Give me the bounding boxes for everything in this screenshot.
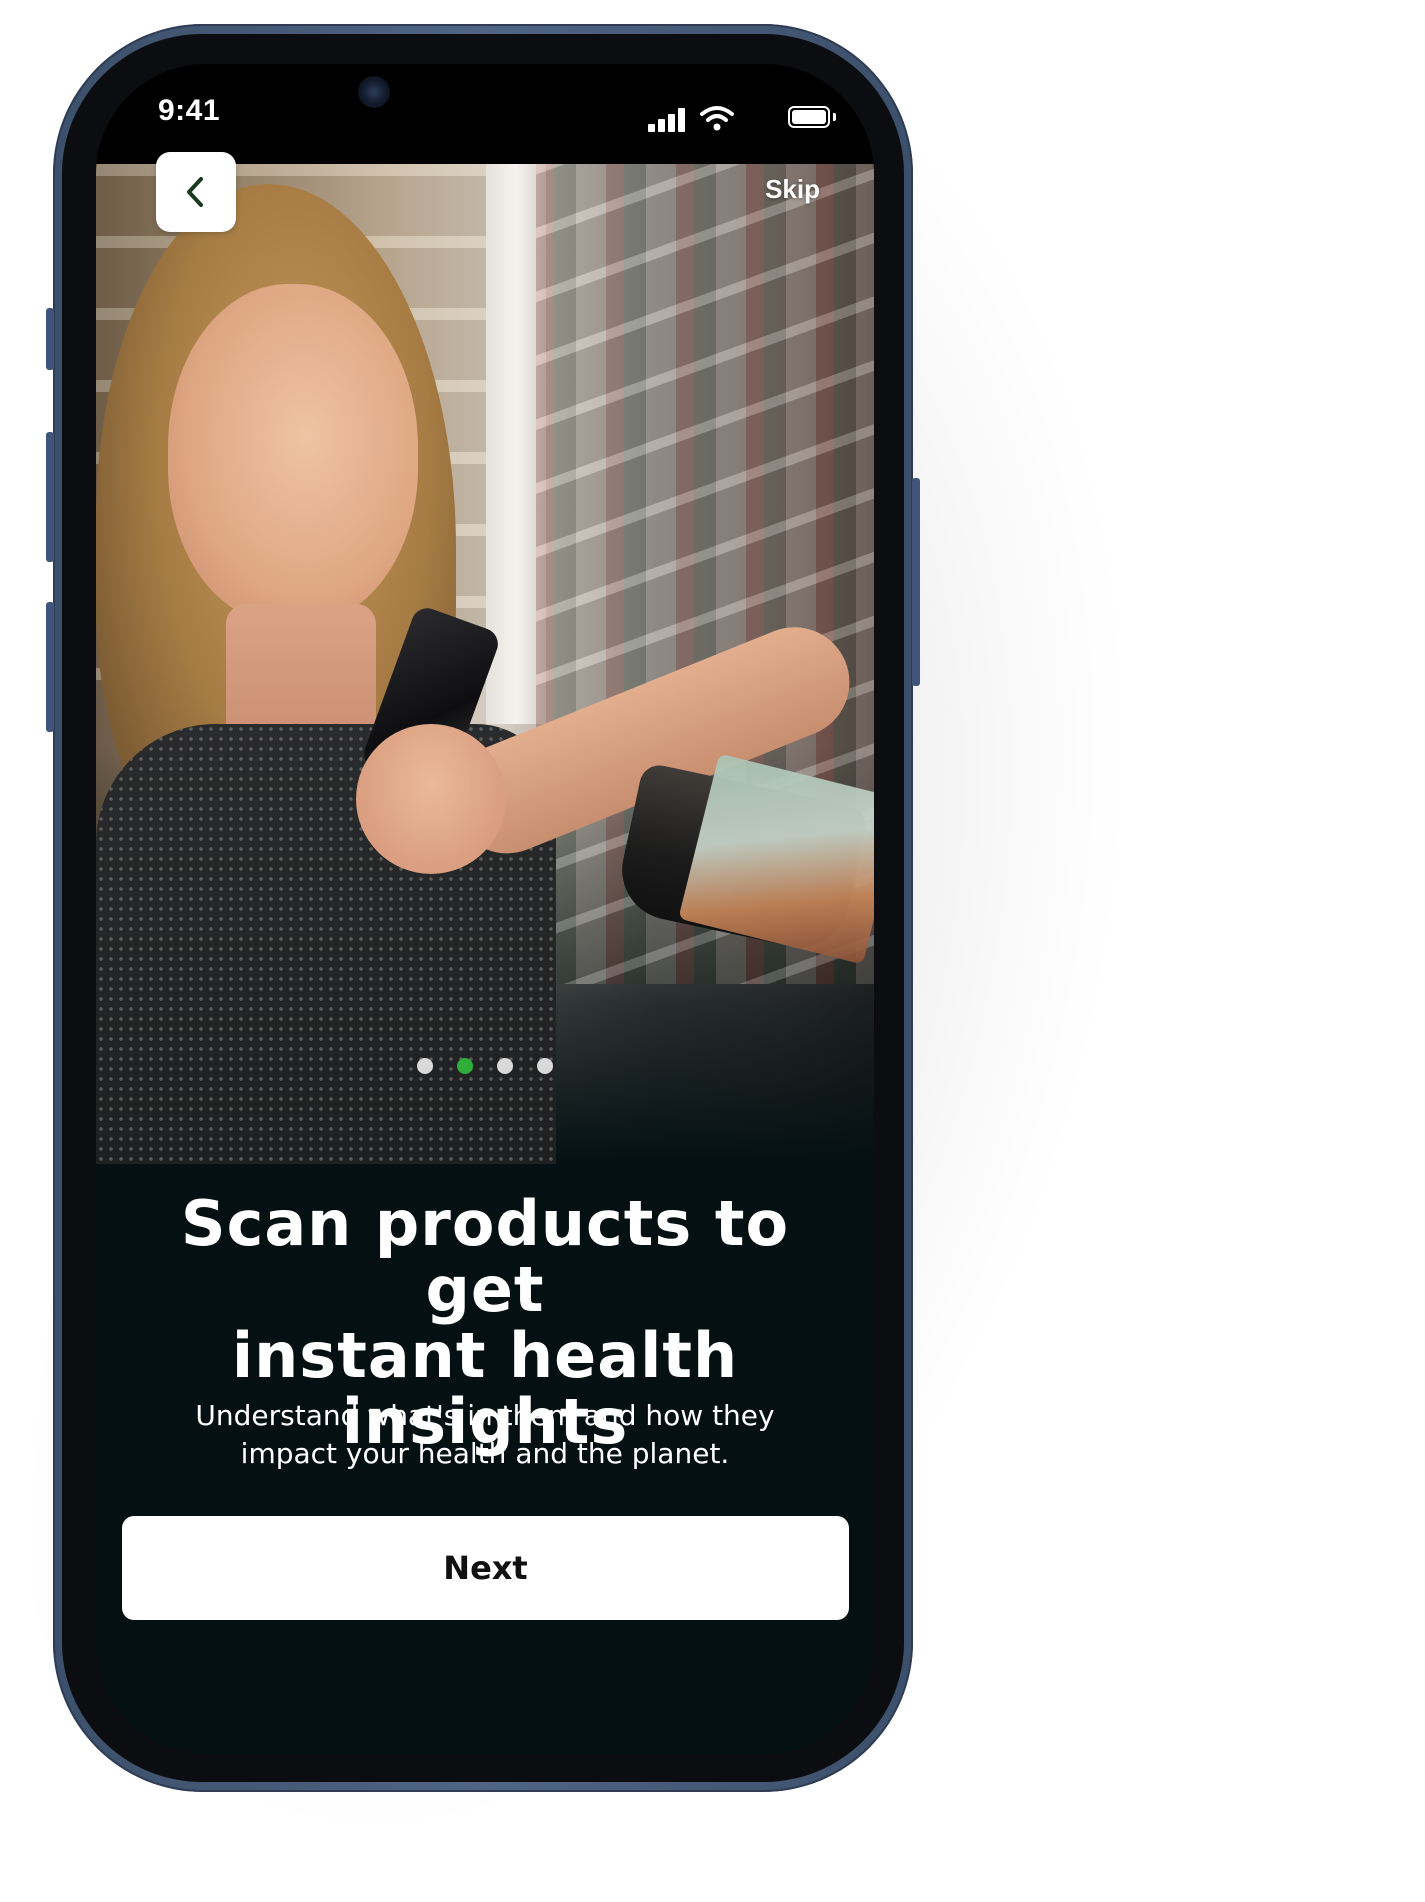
subtext-line-1: Understand what's in them and how they (195, 1399, 775, 1432)
front-camera (358, 76, 390, 108)
page-dot-1[interactable] (417, 1058, 433, 1074)
hand (356, 724, 506, 874)
next-button[interactable]: Next (122, 1516, 849, 1620)
back-button[interactable] (156, 152, 236, 232)
silent-switch (46, 308, 54, 370)
onboarding-subtext: Understand what's in them and how they i… (156, 1397, 814, 1473)
status-bar: 9:41 (96, 64, 874, 164)
volume-up-button (46, 432, 54, 562)
status-time: 9:41 (158, 94, 221, 127)
page-dot-4[interactable] (537, 1058, 553, 1074)
hero-photo (96, 164, 874, 1164)
headline-line-1: Scan products to get (180, 1187, 790, 1326)
power-button (912, 478, 920, 686)
chevron-left-icon (187, 177, 203, 207)
subtext-line-2: impact your health and the planet. (240, 1437, 730, 1470)
page-dot-3[interactable] (497, 1058, 513, 1074)
pagination-dots (96, 1058, 874, 1074)
skip-button[interactable]: Skip (765, 174, 820, 205)
volume-down-button (46, 602, 54, 732)
person-face (168, 284, 418, 624)
battery-icon (692, 106, 838, 128)
page-dot-2-active[interactable] (457, 1058, 473, 1074)
signal-icon (648, 108, 688, 132)
phone-screen: 9:41 Skip Scan products to get instant h… (96, 64, 874, 1754)
